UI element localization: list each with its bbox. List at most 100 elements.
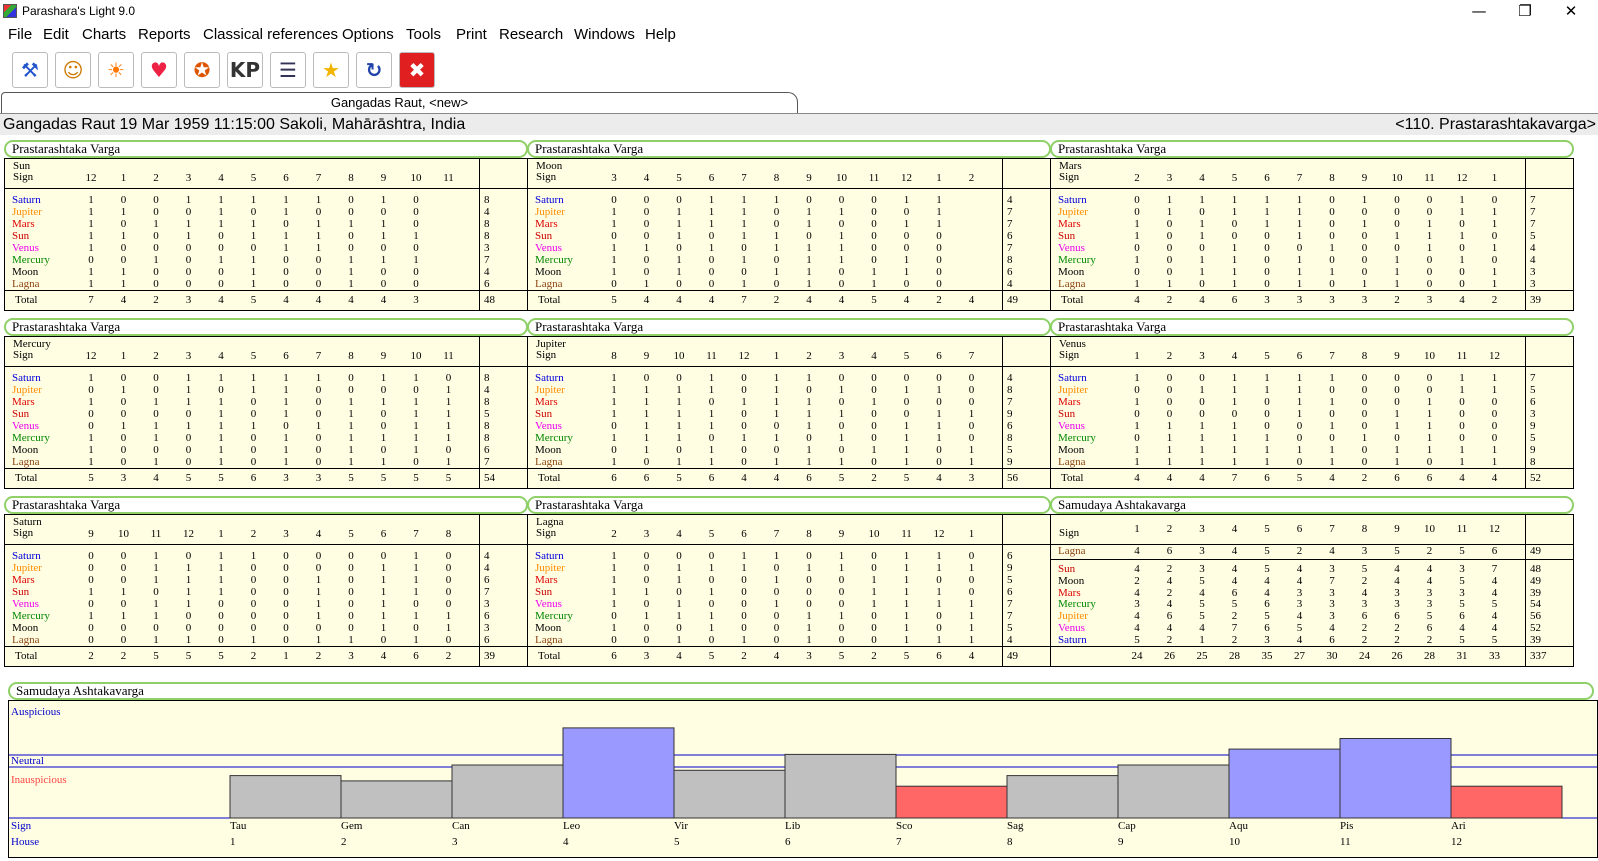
cell-value: 1 — [968, 610, 975, 622]
cell-value: 1 — [153, 574, 159, 586]
cell-value: 1 — [773, 230, 780, 242]
cell-value: 1 — [773, 266, 780, 278]
star-chart-icon: ✪ — [193, 58, 211, 82]
menu-classical-references[interactable]: Classical references — [203, 26, 338, 43]
column-total: 3 — [348, 650, 354, 662]
sun-burst-button[interactable]: ☀ — [98, 52, 134, 88]
column-total: 30 — [1326, 650, 1338, 662]
row-total: 6 — [484, 278, 490, 290]
row-total: 3 — [484, 598, 490, 610]
person-chart-button[interactable]: ☺ — [55, 52, 91, 88]
refresh-button[interactable]: ↻ — [356, 52, 392, 88]
minimize-button[interactable]: — — [1456, 0, 1502, 22]
column-total: 4 — [708, 294, 715, 306]
cell-value: 0 — [936, 456, 942, 468]
menu-tools[interactable]: Tools — [406, 26, 441, 43]
row-total: 9 — [1007, 408, 1013, 420]
star-button[interactable]: ★ — [313, 52, 349, 88]
menu-windows[interactable]: Windows — [574, 26, 635, 43]
cell-value: 5 — [1264, 610, 1270, 623]
cell-value: 0 — [283, 562, 289, 574]
cell-value: 0 — [1459, 266, 1465, 278]
panel-title: Prastarashtaka Varga — [4, 140, 528, 158]
cell-value: 0 — [413, 598, 419, 610]
close-window-button[interactable]: ✕ — [1548, 0, 1594, 22]
cell-value: 1 — [283, 408, 289, 420]
page-indicator[interactable]: <110. Prastarashtakavarga> — [1395, 116, 1596, 134]
cell-value: 1 — [88, 194, 94, 206]
cell-value: 0 — [1199, 206, 1205, 218]
cell-value: 1 — [1491, 218, 1498, 230]
column-total: 7 — [741, 294, 747, 306]
cell-value: 0 — [806, 550, 812, 562]
cell-value: 1 — [120, 230, 127, 242]
cell-value: 1 — [1134, 444, 1140, 456]
cell-value: 1 — [936, 206, 942, 218]
menu-options[interactable]: Options — [342, 26, 394, 43]
menu-charts[interactable]: Charts — [82, 26, 126, 43]
cell-value: 1 — [741, 396, 747, 408]
cell-value: 1 — [871, 574, 877, 586]
cell-value: 0 — [413, 278, 419, 290]
cell-value: 1 — [968, 444, 975, 456]
row-label-lagna: Lagna — [1058, 456, 1086, 468]
total-label: Total — [1061, 472, 1084, 484]
cell-value: 0 — [120, 254, 127, 266]
cell-value: 1 — [741, 218, 747, 230]
menu-research[interactable]: Research — [499, 26, 563, 43]
cell-value: 1 — [315, 194, 322, 206]
sign-header: 5 — [708, 528, 715, 540]
cell-value: 6 — [1426, 622, 1433, 634]
sign-header: 9 — [380, 350, 387, 362]
cell-value: 0 — [250, 206, 257, 218]
cell-value: 0 — [806, 384, 812, 396]
sign-header: 1 — [1134, 350, 1140, 362]
cell-value: 1 — [1296, 396, 1303, 408]
cell-value: 1 — [643, 432, 650, 444]
cell-value: 3 — [1329, 563, 1335, 575]
column-total: 4 — [380, 294, 387, 306]
cell-value: 1 — [218, 432, 224, 444]
divider — [5, 290, 527, 291]
cell-value: 1 — [1296, 278, 1303, 290]
cell-value: 1 — [413, 372, 419, 384]
row-total: 5 — [1007, 622, 1013, 634]
notes-button[interactable]: ☰ — [270, 52, 306, 88]
cell-value: 2 — [1166, 633, 1173, 646]
close-chart-button[interactable]: ✖ — [399, 52, 435, 88]
maximize-button[interactable]: ❐ — [1502, 0, 1548, 22]
cell-value: 0 — [250, 396, 257, 408]
cell-value: 1 — [1426, 432, 1433, 444]
cell-value: 0 — [1361, 266, 1368, 278]
tab-chart[interactable]: Gangadas Raut, <new> — [1, 92, 798, 113]
menu-file[interactable]: File — [8, 26, 32, 43]
menu-print[interactable]: Print — [456, 26, 487, 43]
row-total: 7 — [1530, 218, 1536, 230]
cell-value: 1 — [250, 278, 257, 290]
panel-table: Jupiter Sign 8 9 10 11 12 1 2 3 4 5 6 7 Saturn 1 0 0 1 0 1 1 0… — [527, 336, 1051, 489]
star-chart-button[interactable]: ✪ — [184, 52, 220, 88]
cell-value: 1 — [283, 230, 289, 242]
cell-value: 1 — [708, 420, 715, 432]
prastarashtaka-panel-mars: Prastarashtaka Varga Mars Sign 2 3 4 5 6 7 8 9 10 11… — [1046, 136, 1578, 313]
cell-value: 1 — [1199, 432, 1205, 444]
row-label-venus: Venus — [12, 598, 39, 610]
cell-value: 1 — [741, 278, 747, 290]
cell-value: 0 — [1199, 372, 1205, 384]
cell-value: 4 — [1231, 574, 1238, 587]
person-chart-icon: ☺ — [62, 58, 84, 82]
cell-value: 1 — [250, 550, 257, 562]
menu-help[interactable]: Help — [645, 26, 676, 43]
cell-value: 0 — [185, 278, 192, 290]
cell-value: 0 — [611, 444, 617, 456]
cell-value: 0 — [1296, 432, 1303, 444]
tools-button[interactable]: ⚒ — [12, 52, 48, 88]
heart-button[interactable]: ♥ — [141, 52, 177, 88]
sign-header: 3 — [838, 350, 845, 362]
menu-edit[interactable]: Edit — [43, 26, 69, 43]
menu-reports[interactable]: Reports — [138, 26, 191, 43]
column-total: 4 — [348, 294, 354, 306]
cell-value: 0 — [1459, 242, 1465, 254]
cell-value: 1 — [871, 396, 877, 408]
kp-button[interactable]: KP — [227, 52, 263, 88]
